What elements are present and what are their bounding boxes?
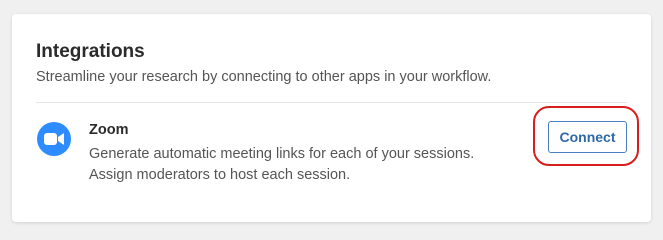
divider bbox=[36, 102, 627, 103]
connect-button[interactable]: Connect bbox=[548, 121, 627, 153]
zoom-integration-name: Zoom bbox=[89, 122, 129, 138]
zoom-integration-description: Generate automatic meeting links for eac… bbox=[89, 146, 475, 183]
integrations-subtitle: Streamline your research by connecting t… bbox=[36, 69, 492, 85]
integrations-title: Integrations bbox=[36, 41, 145, 62]
integrations-card: Integrations Streamline your research by… bbox=[12, 14, 651, 222]
zoom-camera-icon bbox=[37, 122, 71, 156]
